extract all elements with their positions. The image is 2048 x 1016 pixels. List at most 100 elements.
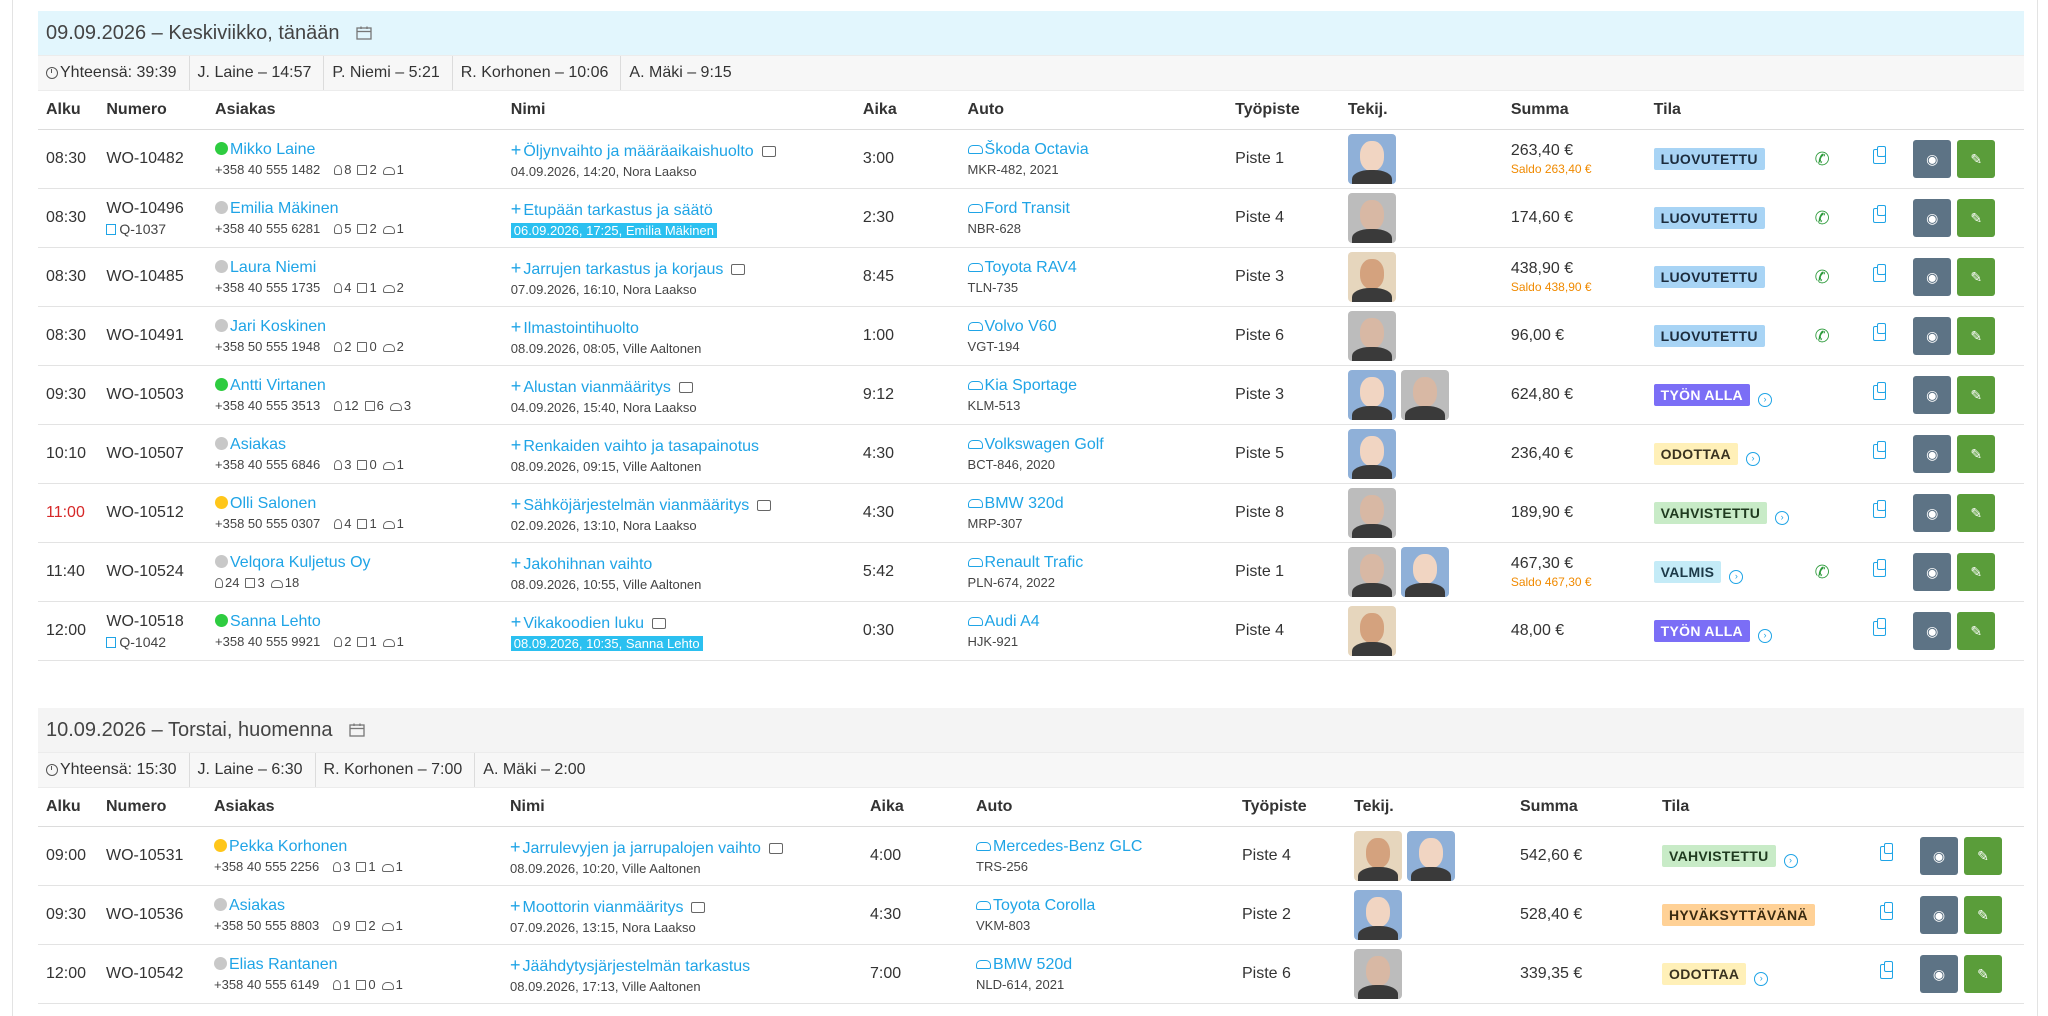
customer-name[interactable]: Pekka Korhonen	[229, 838, 347, 855]
next-status-icon[interactable]: ›	[1745, 451, 1760, 466]
technician-avatar[interactable]	[1354, 831, 1402, 881]
copy-icon[interactable]	[1872, 618, 1886, 636]
view-button[interactable]: ◉	[1913, 258, 1952, 296]
vehicle-link[interactable]: Volvo V60	[967, 318, 1228, 336]
job-name[interactable]: Jarrujen tarkastus ja korjaus	[523, 261, 723, 278]
vehicle-name[interactable]: Škoda Octavia	[985, 141, 1089, 158]
edit-button[interactable]: ✎	[1957, 140, 1996, 178]
job-name[interactable]: Alustan vianmääritys	[523, 379, 671, 396]
vehicle-link[interactable]: Škoda Octavia	[967, 141, 1228, 159]
quote-number[interactable]: Q-1042	[119, 634, 166, 650]
copy-icon[interactable]	[1880, 961, 1893, 979]
comment-icon[interactable]	[731, 263, 746, 275]
job-link[interactable]: + Renkaiden vaihto ja tasapainotus	[511, 435, 855, 456]
technician-avatar[interactable]	[1347, 429, 1396, 479]
customer-link[interactable]: Sanna Lehto	[215, 613, 503, 631]
job-link[interactable]: + Jarrujen tarkastus ja korjaus	[511, 258, 855, 279]
technician-avatar[interactable]	[1347, 134, 1396, 184]
quote-number[interactable]: Q-1037	[119, 221, 166, 237]
job-name[interactable]: Moottorin vianmääritys	[523, 899, 684, 916]
technician-avatar[interactable]	[1347, 606, 1396, 656]
edit-button[interactable]: ✎	[1957, 494, 1996, 532]
job-link[interactable]: + Etupään tarkastus ja säätö	[511, 199, 855, 220]
customer-name[interactable]: Velqora Kuljetus Oy	[230, 554, 371, 571]
customer-link[interactable]: Asiakas	[214, 897, 502, 915]
customer-name[interactable]: Laura Niemi	[230, 259, 316, 276]
technician-avatar[interactable]	[1400, 547, 1449, 597]
phone-icon[interactable]: ✆	[1815, 208, 1830, 228]
comment-icon[interactable]	[768, 842, 783, 854]
calendar-icon[interactable]	[355, 26, 372, 40]
calendar-icon[interactable]	[348, 723, 365, 737]
vehicle-name[interactable]: BMW 520d	[993, 956, 1072, 973]
view-button[interactable]: ◉	[1913, 317, 1952, 355]
job-name[interactable]: Etupään tarkastus ja säätö	[523, 202, 712, 219]
phone-icon[interactable]: ✆	[1815, 326, 1830, 346]
technician-avatar[interactable]	[1347, 488, 1396, 538]
edit-button[interactable]: ✎	[1957, 612, 1996, 650]
edit-button[interactable]: ✎	[1957, 435, 1996, 473]
customer-name[interactable]: Mikko Laine	[230, 141, 315, 158]
copy-icon[interactable]	[1872, 382, 1886, 400]
comment-icon[interactable]	[761, 145, 776, 157]
vehicle-name[interactable]: Toyota Corolla	[993, 897, 1095, 914]
job-name[interactable]: Renkaiden vaihto ja tasapainotus	[523, 438, 759, 455]
view-button[interactable]: ◉	[1913, 199, 1952, 237]
customer-link[interactable]: Pekka Korhonen	[214, 838, 502, 856]
phone-icon[interactable]: ✆	[1815, 562, 1830, 582]
vehicle-link[interactable]: Toyota Corolla	[976, 897, 1234, 915]
customer-link[interactable]: Jari Koskinen	[215, 318, 503, 336]
copy-icon[interactable]	[1872, 146, 1886, 164]
comment-icon[interactable]	[652, 617, 666, 629]
vehicle-name[interactable]: Volkswagen Golf	[985, 436, 1104, 453]
customer-name[interactable]: Olli Salonen	[230, 495, 316, 512]
customer-link[interactable]: Emilia Mäkinen	[215, 200, 503, 218]
customer-link[interactable]: Laura Niemi	[215, 259, 503, 277]
vehicle-name[interactable]: Ford Transit	[985, 200, 1070, 217]
job-link[interactable]: + Jakohihnan vaihto	[511, 553, 855, 574]
edit-button[interactable]: ✎	[1957, 553, 1996, 591]
next-status-icon[interactable]: ›	[1757, 392, 1772, 407]
phone-icon[interactable]: ✆	[1815, 149, 1830, 169]
copy-icon[interactable]	[1880, 843, 1893, 861]
edit-button[interactable]: ✎	[1957, 317, 1996, 355]
vehicle-name[interactable]: Mercedes-Benz GLC	[993, 838, 1142, 855]
edit-button[interactable]: ✎	[1957, 258, 1996, 296]
quote-link[interactable]: Q-1042	[106, 634, 207, 650]
customer-name[interactable]: Elias Rantanen	[229, 956, 338, 973]
vehicle-name[interactable]: Renault Trafic	[985, 554, 1084, 571]
vehicle-link[interactable]: Kia Sportage	[967, 377, 1228, 395]
job-link[interactable]: + Sähköjärjestelmän vianmääritys	[511, 494, 855, 515]
vehicle-link[interactable]: Audi A4	[967, 613, 1228, 631]
vehicle-link[interactable]: BMW 320d	[967, 495, 1228, 513]
customer-name[interactable]: Asiakas	[230, 436, 286, 453]
view-button[interactable]: ◉	[1913, 612, 1952, 650]
customer-name[interactable]: Sanna Lehto	[230, 613, 321, 630]
customer-name[interactable]: Emilia Mäkinen	[230, 200, 338, 217]
vehicle-link[interactable]: Renault Trafic	[967, 554, 1228, 572]
job-link[interactable]: + Alustan vianmääritys	[511, 376, 855, 397]
copy-icon[interactable]	[1872, 441, 1886, 459]
quote-link[interactable]: Q-1037	[106, 221, 207, 237]
job-link[interactable]: + Ilmastointihuolto	[511, 317, 855, 338]
view-button[interactable]: ◉	[1920, 896, 1958, 934]
job-link[interactable]: + Moottorin vianmääritys	[510, 896, 862, 917]
customer-name[interactable]: Antti Virtanen	[230, 377, 326, 394]
comment-icon[interactable]	[757, 499, 772, 511]
next-status-icon[interactable]: ›	[1729, 569, 1744, 584]
job-name[interactable]: Jäähdytysjärjestelmän tarkastus	[523, 958, 751, 975]
customer-name[interactable]: Asiakas	[229, 897, 285, 914]
copy-icon[interactable]	[1872, 264, 1886, 282]
edit-button[interactable]: ✎	[1957, 376, 1996, 414]
customer-link[interactable]: Olli Salonen	[215, 495, 503, 513]
job-name[interactable]: Ilmastointihuolto	[523, 320, 639, 337]
vehicle-name[interactable]: Kia Sportage	[985, 377, 1078, 394]
vehicle-link[interactable]: Ford Transit	[967, 200, 1228, 218]
job-name[interactable]: Vikakoodien luku	[523, 615, 644, 632]
job-link[interactable]: + Jäähdytysjärjestelmän tarkastus	[510, 955, 862, 976]
job-link[interactable]: + Jarrulevyjen ja jarrupalojen vaihto	[510, 837, 862, 858]
vehicle-link[interactable]: Volkswagen Golf	[967, 436, 1228, 454]
technician-avatar[interactable]	[1400, 370, 1449, 420]
view-button[interactable]: ◉	[1913, 376, 1952, 414]
next-status-icon[interactable]: ›	[1783, 853, 1798, 868]
